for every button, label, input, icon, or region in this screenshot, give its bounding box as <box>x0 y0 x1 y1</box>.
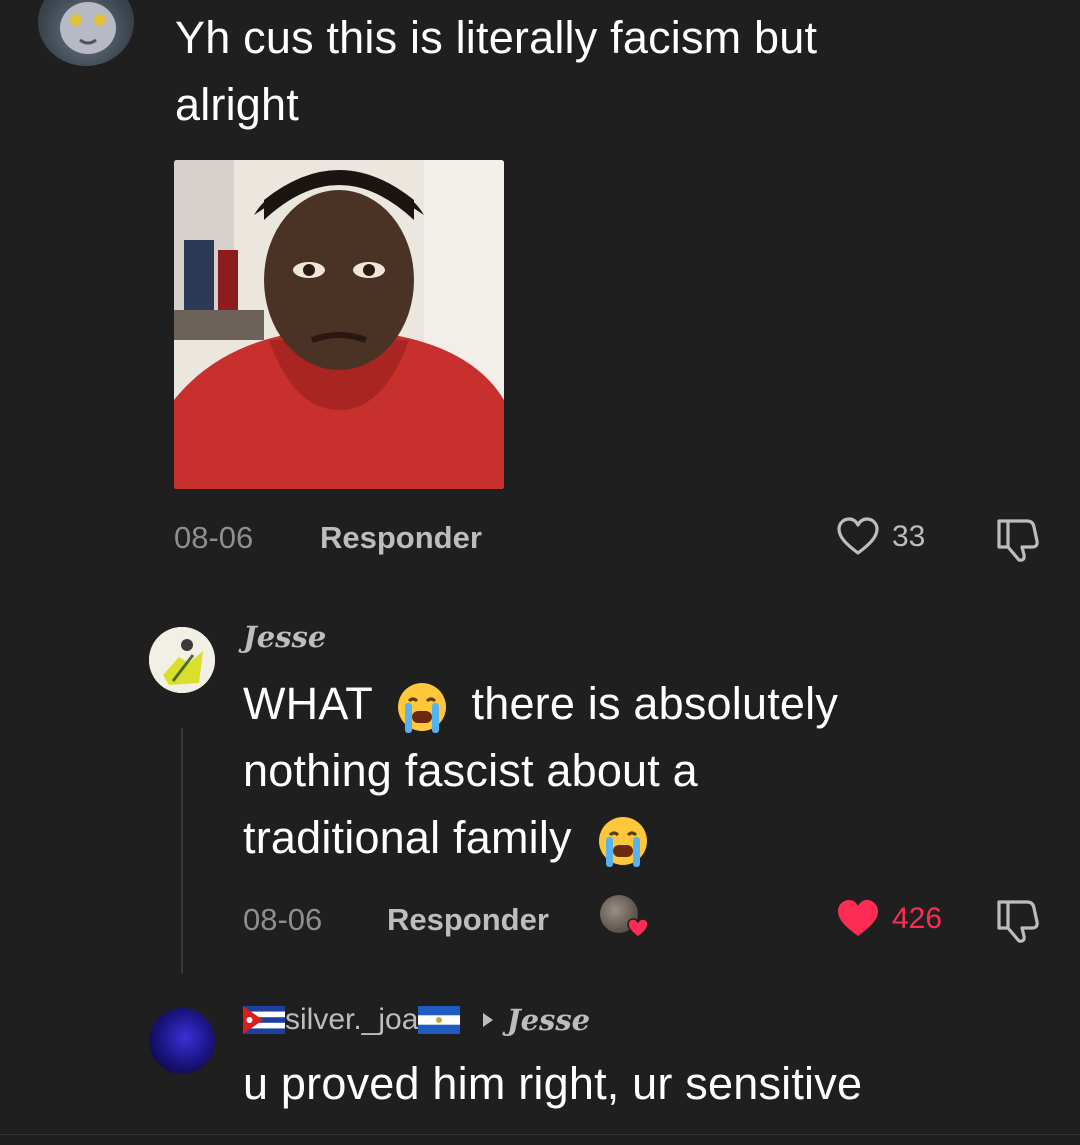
comment-text-line: WHAT there is absolutely <box>243 670 1043 737</box>
comment-text-part: there is absolutely <box>471 678 839 729</box>
comment-text: u proved him right, ur sensitive <box>243 1058 863 1109</box>
photo-person-icon <box>174 160 504 489</box>
comment-date: 08-06 <box>174 520 254 555</box>
reply-to-username[interactable]: Jesse <box>507 1003 590 1037</box>
cuba-flag-icon <box>243 1006 285 1034</box>
reply-arrow-icon <box>482 1013 493 1027</box>
divider <box>0 1134 1080 1135</box>
comment-date: 08-06 <box>243 902 323 937</box>
comment-text-line: nothing fascist about a <box>243 745 698 796</box>
like-count: 33 <box>892 520 926 553</box>
comment-text-line: traditional family <box>243 804 1043 871</box>
avatar-image <box>60 2 116 54</box>
avatar[interactable] <box>149 1008 215 1074</box>
avatar[interactable] <box>38 0 134 66</box>
crying-emoji <box>397 683 446 734</box>
avatar[interactable] <box>149 627 215 693</box>
avatar-image <box>149 627 215 693</box>
thread-line <box>181 728 183 973</box>
heart-icon <box>838 900 878 936</box>
username[interactable]: silver._joa <box>285 1003 418 1036</box>
reply-header: silver._joa Jesse <box>243 1003 590 1043</box>
crying-emoji <box>599 817 648 868</box>
comment-text: Yh cus this is literally facism but alri… <box>175 4 1055 138</box>
comment-text-part: traditional family <box>243 812 572 863</box>
comment-text: WHAT there is absolutely nothing fascist… <box>243 670 1043 871</box>
username[interactable]: Jesse <box>243 620 326 654</box>
comment-image[interactable] <box>174 160 504 489</box>
reply-button[interactable]: Responder <box>387 902 549 938</box>
el-salvador-flag-icon <box>418 1006 461 1034</box>
like-button[interactable]: 426 <box>836 896 966 944</box>
heart-icon <box>627 918 649 938</box>
like-button[interactable]: 33 <box>836 514 946 562</box>
comment-text-line: alright <box>175 79 299 130</box>
dislike-icon[interactable] <box>993 515 1043 563</box>
creator-liked-badge <box>600 895 654 941</box>
comment-text-line: Yh cus this is literally facism but <box>175 12 818 63</box>
heart-icon <box>837 517 879 555</box>
comment-text-part: WHAT <box>243 678 373 729</box>
like-count: 426 <box>892 902 943 935</box>
reply-button[interactable]: Responder <box>320 520 482 556</box>
dislike-icon[interactable] <box>993 896 1043 944</box>
